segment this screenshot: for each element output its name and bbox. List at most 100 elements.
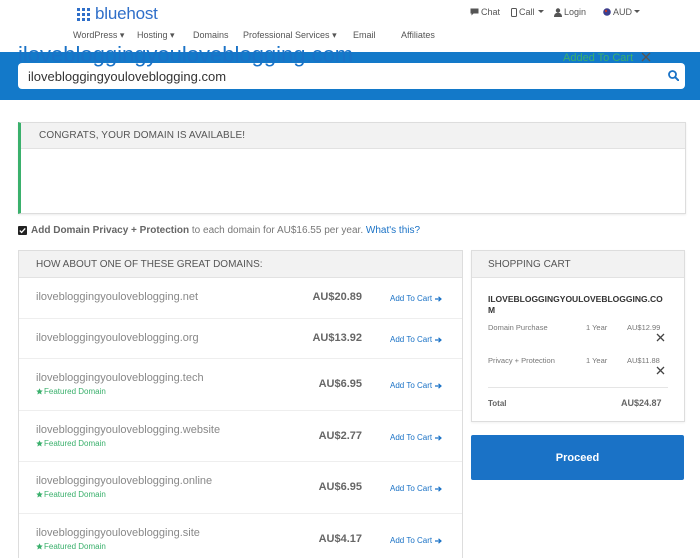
- star-icon: [36, 440, 43, 447]
- cart-domain: ILOVEBLOGGINGYOULOVEBLOGGING.COM: [488, 294, 663, 315]
- nav-hosting[interactable]: Hosting ▾: [137, 30, 175, 41]
- add-to-cart-link[interactable]: Add To Cart: [390, 294, 443, 303]
- featured-badge: Featured Domain: [36, 490, 106, 499]
- add-to-cart-link[interactable]: Add To Cart: [390, 381, 443, 390]
- added-to-cart-status: Added To Cart: [563, 52, 634, 64]
- bluehost-logo[interactable]: bluehost: [77, 4, 158, 24]
- nav-email[interactable]: Email: [353, 30, 376, 40]
- caret-down-icon: ▾: [119, 30, 125, 40]
- suggestion-domain: ilovebloggingyouloveblogging.org: [36, 332, 199, 344]
- star-icon: [36, 491, 43, 498]
- add-to-cart-link[interactable]: Add To Cart: [390, 536, 443, 545]
- nav-wordpress[interactable]: WordPress ▾: [73, 30, 124, 41]
- remove-icon[interactable]: [641, 52, 651, 62]
- currency-label: AUD: [613, 7, 633, 17]
- login-link[interactable]: Login: [554, 7, 586, 17]
- privacy-checkbox[interactable]: [18, 226, 27, 235]
- add-to-cart-link[interactable]: Add To Cart: [390, 335, 443, 344]
- add-to-cart-label: Add To Cart: [390, 335, 433, 344]
- suggested-domains-panel: HOW ABOUT ONE OF THESE GREAT DOMAINS: il…: [18, 250, 463, 558]
- currency-selector[interactable]: AUD: [603, 7, 642, 17]
- suggestion-domain: ilovebloggingyouloveblogging.tech: [36, 372, 204, 384]
- nav-label: Domains: [193, 30, 229, 40]
- privacy-label-rest: to each domain for AU$16.55 per year.: [189, 225, 364, 236]
- logo-text: bluehost: [95, 4, 158, 23]
- search-icon[interactable]: [668, 70, 679, 81]
- suggestions-title: HOW ABOUT ONE OF THESE GREAT DOMAINS:: [36, 259, 263, 270]
- suggestion-row: ilovebloggingyouloveblogging.net AU$20.8…: [19, 278, 462, 318]
- search-input-value: ilovebloggingyouloveblogging.com: [28, 69, 227, 84]
- logo-grid-icon: [77, 7, 90, 21]
- nav-professional-services[interactable]: Professional Services ▾: [243, 30, 337, 41]
- divider: [488, 387, 668, 388]
- suggestion-price: AU$13.92: [312, 332, 362, 344]
- caret-down-icon: ▾: [332, 30, 337, 40]
- caret-down-icon: [537, 10, 544, 13]
- arrow-right-icon: [435, 537, 443, 544]
- suggestion-domain: ilovebloggingyouloveblogging.website: [36, 424, 221, 436]
- featured-label: Featured Domain: [44, 439, 106, 448]
- suggestion-price: AU$20.89: [312, 291, 362, 303]
- nav-label: Hosting: [137, 30, 168, 40]
- suggestion-domain: ilovebloggingyouloveblogging.online: [36, 475, 213, 487]
- arrow-right-icon: [435, 295, 443, 302]
- suggestion-row: ilovebloggingyouloveblogging.online Feat…: [19, 461, 462, 513]
- cart-title: SHOPPING CART: [488, 259, 571, 270]
- domain-available-card: CONGRATS, YOUR DOMAIN IS AVAILABLE!: [18, 122, 686, 214]
- nav-affiliates[interactable]: Affiliates: [401, 30, 435, 40]
- cart-total-value: AU$24.87: [621, 398, 662, 408]
- star-icon: [36, 388, 43, 395]
- add-to-cart-label: Add To Cart: [390, 536, 433, 545]
- chat-icon: [470, 8, 479, 16]
- suggestion-row: ilovebloggingyouloveblogging.website Fea…: [19, 410, 462, 461]
- checkmark-icon: [19, 227, 26, 234]
- add-to-cart-label: Add To Cart: [390, 484, 433, 493]
- suggestion-price: AU$6.95: [318, 378, 362, 390]
- remove-icon[interactable]: [656, 333, 665, 342]
- privacy-label: Add Domain Privacy + Protection to each …: [31, 225, 420, 236]
- suggestion-row: ilovebloggingyouloveblogging.tech Featur…: [19, 358, 462, 410]
- caret-down-icon: [634, 10, 641, 13]
- arrow-right-icon: [435, 434, 443, 441]
- featured-label: Featured Domain: [44, 387, 106, 396]
- caret-down-icon: ▾: [170, 30, 175, 40]
- featured-badge: Featured Domain: [36, 387, 106, 396]
- featured-badge: Featured Domain: [36, 542, 106, 551]
- nav-label: Affiliates: [401, 30, 435, 40]
- whats-this-link[interactable]: What's this?: [366, 225, 420, 236]
- suggestion-price: AU$2.77: [318, 430, 362, 442]
- phone-icon: [511, 7, 517, 17]
- star-icon: [36, 543, 43, 550]
- nav-domains[interactable]: Domains: [193, 30, 229, 40]
- available-domain: ilovebloggingyouloveblogging.com: [18, 42, 354, 67]
- remove-icon[interactable]: [656, 366, 665, 375]
- arrow-right-icon: [435, 336, 443, 343]
- proceed-button[interactable]: Proceed: [471, 435, 684, 480]
- cart-line-label: Domain Purchase: [488, 323, 548, 332]
- login-label: Login: [564, 7, 587, 17]
- call-menu[interactable]: Call: [511, 7, 546, 17]
- shopping-cart-panel: SHOPPING CART ILOVEBLOGGINGYOULOVEBLOGGI…: [471, 250, 685, 422]
- cart-line-price: AU$12.99: [627, 323, 661, 332]
- chat-link[interactable]: Chat: [470, 7, 500, 17]
- cart-line-label: Privacy + Protection: [488, 356, 555, 365]
- add-to-cart-link[interactable]: Add To Cart: [390, 484, 443, 493]
- nav-label: WordPress: [73, 30, 118, 40]
- arrow-right-icon: [435, 485, 443, 492]
- chat-label: Chat: [481, 7, 501, 17]
- cart-total-label: Total: [488, 399, 507, 408]
- suggestion-price: AU$6.95: [318, 481, 362, 493]
- globe-icon: [603, 8, 611, 16]
- availability-title: CONGRATS, YOUR DOMAIN IS AVAILABLE!: [39, 130, 246, 141]
- featured-label: Featured Domain: [44, 490, 106, 499]
- suggestion-row: ilovebloggingyouloveblogging.site Featur…: [19, 513, 462, 558]
- panel-header: SHOPPING CART: [472, 251, 684, 278]
- featured-badge: Featured Domain: [36, 439, 106, 448]
- add-to-cart-label: Add To Cart: [390, 294, 433, 303]
- panel-header: HOW ABOUT ONE OF THESE GREAT DOMAINS:: [19, 251, 462, 278]
- featured-label: Featured Domain: [44, 542, 106, 551]
- call-label: Call: [519, 7, 535, 17]
- add-to-cart-label: Add To Cart: [390, 381, 433, 390]
- nav-label: Professional Services: [243, 30, 330, 40]
- add-to-cart-link[interactable]: Add To Cart: [390, 433, 443, 442]
